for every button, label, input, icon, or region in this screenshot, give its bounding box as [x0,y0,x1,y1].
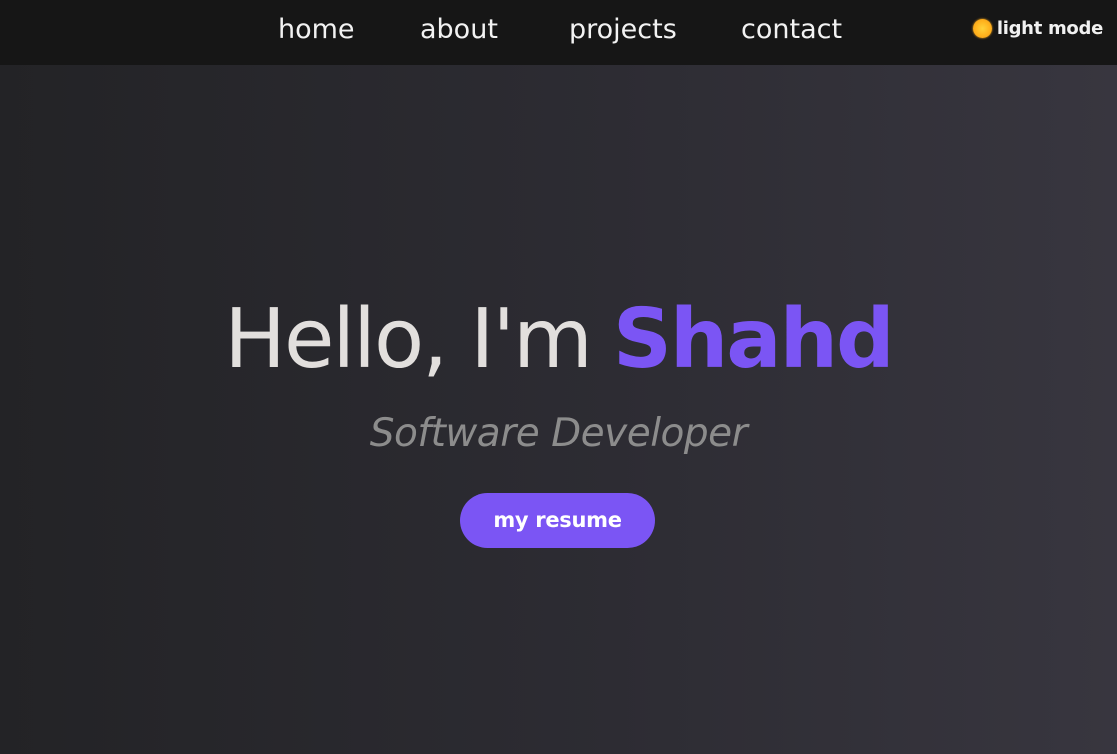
hero-subtitle: Software Developer [369,411,748,456]
top-navbar: home about projects contact light mode [0,0,1117,65]
sun-icon [972,19,992,38]
nav-link-projects[interactable]: projects [569,12,677,48]
hero-name: Shahd [612,292,895,387]
theme-toggle-button[interactable]: light mode [972,18,1103,39]
resume-button[interactable]: my resume [460,493,655,548]
nav-link-home[interactable]: home [278,12,355,48]
hero-section: Hello, I'm Shahd Software Developer my re… [0,65,1117,754]
hero-title: Hello, I'm Shahd [0,290,1117,390]
nav-links: home about projects contact [0,0,1117,65]
nav-link-contact[interactable]: contact [741,12,842,48]
theme-toggle-label: light mode [996,18,1103,39]
hero-greeting: Hello, I'm [224,292,593,387]
nav-link-about[interactable]: about [420,12,498,48]
